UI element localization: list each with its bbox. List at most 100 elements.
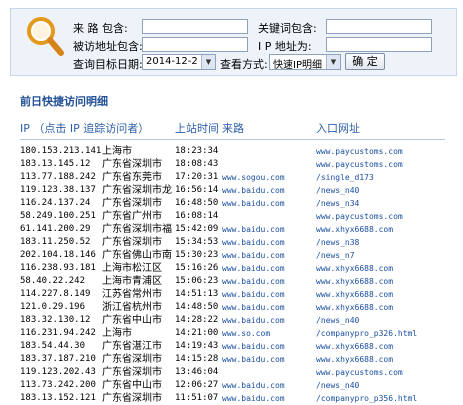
ip-link[interactable]: 121.0.29.196 — [20, 301, 85, 314]
source-link[interactable]: www.baidu.com — [222, 275, 285, 288]
ip-link[interactable]: 183.13.145.12 — [20, 158, 90, 171]
visit-time-text: 12:06:27 — [175, 380, 219, 390]
source-link[interactable]: www.baidu.com — [222, 314, 285, 327]
keyword-label: 关键词包含: — [258, 22, 317, 35]
source-link[interactable]: www.baidu.com — [222, 301, 285, 314]
ip-link[interactable]: 113.77.188.242 — [20, 171, 96, 184]
column-header-entry: 入口网址 — [316, 122, 360, 135]
ip-link[interactable]: 183.11.250.52 — [20, 236, 90, 249]
ip-link[interactable]: 202.104.18.146 — [20, 249, 96, 262]
source-link[interactable]: www.baidu.com — [222, 288, 285, 301]
entry-url-link[interactable]: /news_n40 — [316, 184, 359, 197]
location-text: 广东省深圳市龙 — [102, 185, 172, 196]
table-row: 61.141.200.29 广东省深圳市福 15:42:09 www.baidu.co… — [0, 223, 463, 236]
visit-page-input[interactable] — [142, 19, 248, 34]
entry-url-link[interactable]: /news_n7 — [316, 249, 355, 262]
visit-time-text: 15:30:23 — [175, 250, 219, 260]
source-link[interactable]: www.baidu.com — [222, 197, 285, 210]
visited-url-input[interactable] — [142, 37, 248, 52]
ip-link[interactable]: 114.227.8.149 — [20, 288, 90, 301]
ip-input[interactable] — [326, 37, 432, 52]
table-row: 114.227.8.149 江苏省常州市 14:51:13 www.baidu.com… — [0, 288, 463, 301]
visit-time-text: 15:06:23 — [175, 276, 219, 286]
entry-url-link[interactable]: www.paycustoms.com — [316, 210, 403, 223]
ip-link[interactable]: 183.32.130.12 — [20, 314, 90, 327]
source-link[interactable]: www.baidu.com — [222, 340, 285, 353]
visit-time-text: 14:48:50 — [175, 302, 219, 312]
ip-link[interactable]: 58.249.100.251 — [20, 210, 96, 223]
ip-link[interactable]: 113.73.242.200 — [20, 379, 96, 392]
entry-url-link[interactable]: www.xhyx6688.com — [316, 288, 393, 301]
location-text: 广东省湛江市 — [102, 341, 162, 352]
ip-link[interactable]: 183.13.152.121 — [20, 392, 96, 405]
location-text: 广东省东莞市 — [102, 172, 162, 183]
ip-link[interactable]: 183.37.187.210 — [20, 353, 96, 366]
entry-url-link[interactable]: /news_n34 — [316, 197, 359, 210]
entry-url-link[interactable]: www.xhyx6688.com — [316, 223, 393, 236]
table-row: 183.54.44.30 广东省湛江市 14:19:43 www.baidu.com w… — [0, 340, 463, 353]
magnifier-icon — [27, 17, 64, 56]
table-row: 183.11.250.52 广东省深圳市 15:34:53 www.baidu.com… — [0, 236, 463, 249]
ip-link[interactable]: 61.141.200.29 — [20, 223, 90, 236]
ip-link[interactable]: 116.231.94.242 — [20, 327, 96, 340]
entry-url-link[interactable]: /news_n40 — [316, 314, 359, 327]
date-select[interactable]: 2014-12-2 ▼ — [142, 54, 216, 70]
location-text: 广东省中山市 — [102, 380, 162, 391]
entry-url-link[interactable]: www.xhyx6688.com — [316, 340, 393, 353]
location-text: 上海市 — [102, 328, 132, 339]
location-text: 广东省深圳市 — [102, 367, 162, 378]
table-row: 116.231.94.242 上海市 14:21:00 www.so.com/comp… — [0, 327, 463, 340]
visit-time-text: 16:48:50 — [175, 198, 219, 208]
source-link[interactable]: www.baidu.com — [222, 392, 285, 405]
entry-url-link[interactable]: www.paycustoms.com — [316, 366, 403, 379]
source-link[interactable]: www.baidu.com — [222, 262, 285, 275]
keyword-input[interactable] — [326, 19, 432, 34]
location-text: 广东省广州市 — [102, 211, 162, 222]
entry-url-link[interactable]: www.paycustoms.com — [316, 145, 403, 158]
source-link[interactable]: www.so.com — [222, 327, 270, 340]
visit-time-text: 18:08:43 — [175, 159, 219, 169]
entry-url-link[interactable]: www.xhyx6688.com — [316, 301, 393, 314]
entry-url-link[interactable]: /single_d173 — [316, 171, 374, 184]
source-link[interactable]: www.baidu.com — [222, 379, 285, 392]
source-link[interactable]: www.baidu.com — [222, 249, 285, 262]
table-row: 121.0.29.196 浙江省杭州市 14:48:50 www.baidu.com w… — [0, 301, 463, 314]
location-text: 广东省深圳市福 — [102, 224, 172, 235]
entry-url-link[interactable]: /news_n40 — [316, 379, 359, 392]
location-text: 广东省中山市 — [102, 315, 162, 326]
source-link[interactable]: www.baidu.com — [222, 223, 285, 236]
entry-url-link[interactable]: www.xhyx6688.com — [316, 353, 393, 366]
source-link[interactable]: www.sogou.com — [222, 171, 285, 184]
location-text: 浙江省杭州市 — [102, 302, 162, 313]
column-header-time: 上站时间 — [175, 122, 219, 135]
visit-page-label: 来 路 包含: — [73, 22, 128, 35]
entry-url-link[interactable]: /companypro_p356.html — [316, 392, 417, 405]
confirm-button[interactable]: 确 定 — [345, 53, 385, 70]
entry-url-link[interactable]: www.paycustoms.com — [316, 158, 403, 171]
header-divider — [20, 139, 445, 140]
source-link[interactable]: www.baidu.com — [222, 236, 285, 249]
search-panel: 来 路 包含: 被访地址包含: 关键词包含: I P 地址为: 查询目标日期: … — [10, 8, 457, 76]
ip-link[interactable]: 116.24.137.24 — [20, 197, 90, 210]
entry-url-link[interactable]: www.xhyx6688.com — [316, 262, 393, 275]
source-link[interactable]: www.baidu.com — [222, 184, 285, 197]
ip-link[interactable]: 119.123.202.43 — [20, 366, 96, 379]
visit-time-text: 17:20:31 — [175, 172, 219, 182]
table-row: 183.13.145.12 广东省深圳市 18:08:43 www.paycustom… — [0, 158, 463, 171]
chevron-down-icon: ▼ — [326, 55, 340, 69]
entry-url-link[interactable]: /news_n38 — [316, 236, 359, 249]
ip-link[interactable]: 183.54.44.30 — [20, 340, 85, 353]
ip-link[interactable]: 119.123.38.137 — [20, 184, 96, 197]
table-row: 183.37.187.210 广东省深圳市 14:15:28 www.baidu.co… — [0, 353, 463, 366]
table-row: 116.24.137.24 广东省深圳市 16:48:50 www.baidu.com… — [0, 197, 463, 210]
source-link[interactable]: www.baidu.com — [222, 353, 285, 366]
location-text: 广东省深圳市 — [102, 354, 162, 365]
table-row: 183.32.130.12 广东省中山市 14:28:22 www.baidu.com… — [0, 314, 463, 327]
entry-url-link[interactable]: /companypro_p326.html — [316, 327, 417, 340]
view-mode-label: 查看方式: — [220, 58, 268, 71]
ip-link[interactable]: 116.238.93.181 — [20, 262, 96, 275]
ip-link[interactable]: 58.40.22.242 — [20, 275, 85, 288]
entry-url-link[interactable]: www.xhyx6688.com — [316, 275, 393, 288]
ip-link[interactable]: 180.153.213.141 — [20, 145, 101, 158]
view-mode-select[interactable]: 快速IP明细 ▼ — [269, 54, 341, 70]
